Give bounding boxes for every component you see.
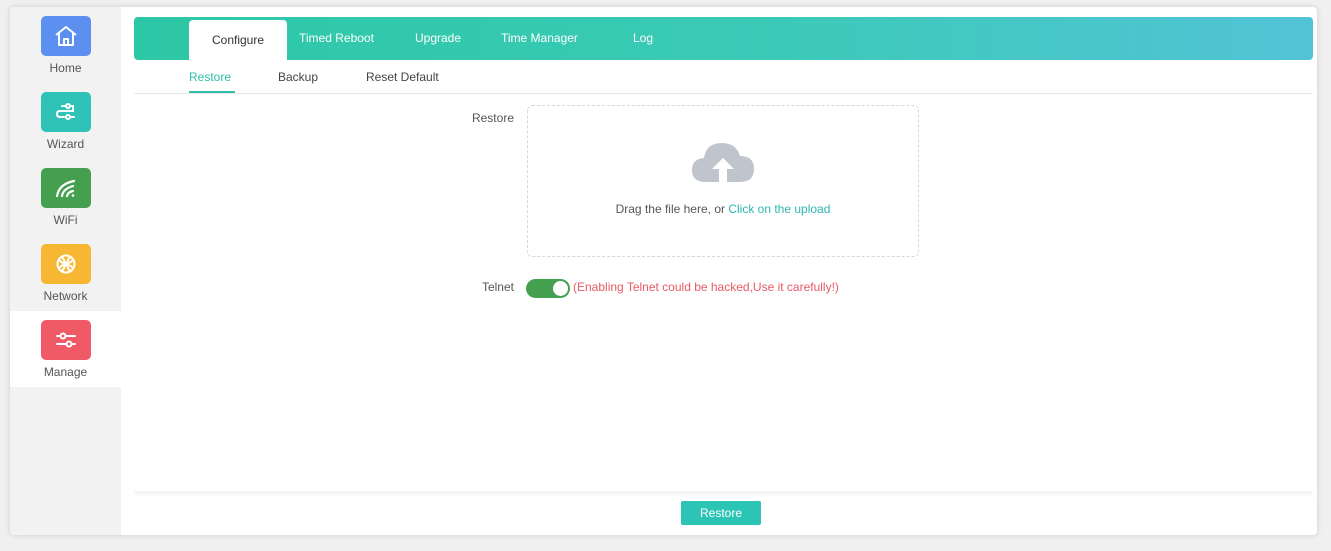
upload-text: Drag the file here, or (615, 202, 725, 216)
restore-button[interactable]: Restore (681, 501, 761, 525)
upload-dropzone[interactable]: Drag the file here, or Click on the uplo… (527, 105, 919, 257)
subtab-divider (134, 93, 1313, 94)
sidebar-item-label: WiFi (53, 213, 78, 227)
sidebar-item-network[interactable]: Network (10, 235, 121, 311)
globe-icon (41, 244, 91, 284)
home-icon (41, 16, 91, 56)
sidebar-item-label: Home (49, 61, 82, 75)
sidebar-item-label: Network (43, 289, 88, 303)
top-tab-bar: Configure Timed Reboot Upgrade Time Mana… (134, 17, 1313, 60)
subtab-reset-default[interactable]: Reset Default (366, 70, 439, 84)
sidebar: Home Wizard WiFi Network Manage (10, 7, 121, 535)
upload-instructions: Drag the file here, or Click on the uplo… (528, 202, 918, 216)
tab-timed-reboot[interactable]: Timed Reboot (299, 17, 374, 60)
tab-upgrade[interactable]: Upgrade (415, 17, 461, 60)
tab-time-manager[interactable]: Time Manager (501, 17, 578, 60)
sidebar-item-manage[interactable]: Manage (10, 311, 121, 387)
sidebar-item-home[interactable]: Home (10, 7, 121, 83)
upload-link[interactable]: Click on the upload (728, 202, 830, 216)
subtab-backup[interactable]: Backup (278, 70, 318, 84)
telnet-field-label: Telnet (481, 280, 514, 294)
sidebar-item-label: Wizard (46, 137, 85, 151)
sidebar-item-wizard[interactable]: Wizard (10, 83, 121, 159)
tab-log[interactable]: Log (633, 17, 653, 60)
restore-field-label: Restore (471, 111, 514, 125)
telnet-toggle[interactable] (526, 279, 570, 298)
telnet-warning: (Enabling Telnet could be hacked,Use it … (573, 280, 839, 294)
sliders-icon (41, 320, 91, 360)
toggle-knob (553, 281, 568, 296)
footer-divider (134, 491, 1313, 497)
wifi-icon (41, 168, 91, 208)
sidebar-item-label: Manage (43, 365, 88, 379)
cloud-upload-icon (692, 143, 754, 182)
subtab-restore[interactable]: Restore (189, 70, 231, 84)
tab-configure[interactable]: Configure (189, 20, 287, 60)
sidebar-item-wifi[interactable]: WiFi (10, 159, 121, 235)
wizard-icon (41, 92, 91, 132)
app-window: Home Wizard WiFi Network Manage Configur… (10, 7, 1317, 535)
